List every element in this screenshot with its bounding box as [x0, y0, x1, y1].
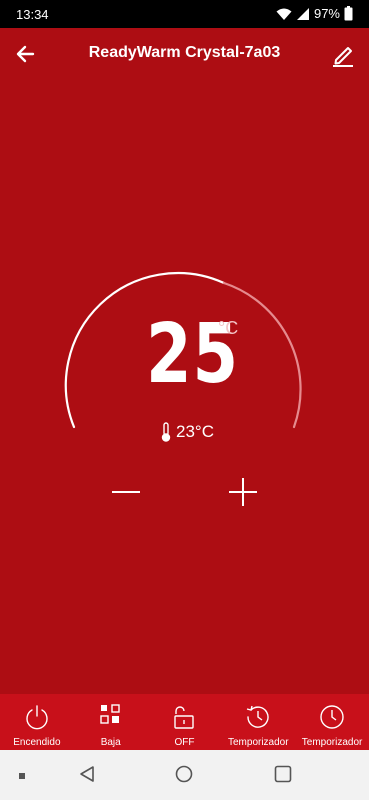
timer-button-1[interactable]: Temporizador	[221, 694, 295, 750]
back-button[interactable]	[12, 40, 40, 68]
current-temperature-value: 23°C	[176, 422, 214, 441]
pencil-icon	[333, 47, 353, 67]
timer-label-2: Temporizador	[301, 737, 363, 748]
status-icons: 97%	[276, 6, 353, 21]
plus-icon	[229, 478, 257, 506]
clock-icon	[320, 705, 344, 729]
arrow-left-icon	[16, 45, 35, 63]
nav-recents-icon[interactable]	[274, 765, 292, 783]
mode-grid-icon	[99, 704, 120, 724]
battery-percent: 97%	[313, 6, 340, 21]
thermometer-icon	[161, 422, 171, 442]
power-icon	[26, 705, 48, 730]
timer-restart-icon	[247, 705, 269, 728]
timer-label-1: Temporizador	[227, 737, 289, 748]
dot-icon[interactable]	[19, 773, 25, 779]
power-label: Encendido	[13, 737, 61, 748]
status-bar: 13:34 97%	[0, 0, 369, 28]
page-title: ReadyWarm Crystal-7a03	[88, 44, 281, 61]
mode-button[interactable]: Baja	[74, 694, 148, 750]
edit-button[interactable]	[329, 40, 357, 68]
lock-label: OFF	[174, 737, 195, 748]
app-bar: ReadyWarm Crystal-7a03	[0, 28, 369, 80]
lock-button[interactable]: OFF	[148, 694, 222, 750]
setpoint-unit: °C	[218, 318, 239, 338]
signal-icon	[296, 7, 309, 20]
function-bar: Encendido Baja OFF Temporizador Temporiz…	[0, 694, 369, 750]
minus-icon	[112, 491, 140, 493]
unlock-icon	[174, 706, 195, 729]
nav-home-icon[interactable]	[175, 765, 193, 783]
increase-button[interactable]	[225, 474, 261, 510]
system-nav-bar	[0, 750, 369, 800]
decrease-button[interactable]	[108, 474, 144, 510]
wifi-icon	[276, 8, 292, 20]
mode-label: Baja	[100, 737, 121, 748]
nav-back-icon[interactable]	[78, 765, 96, 783]
timer-button-2[interactable]: Temporizador	[295, 694, 369, 750]
battery-icon	[344, 6, 353, 21]
status-time: 13:34	[16, 7, 49, 22]
power-button[interactable]: Encendido	[0, 694, 74, 750]
current-temperature: 23°C	[160, 422, 214, 442]
